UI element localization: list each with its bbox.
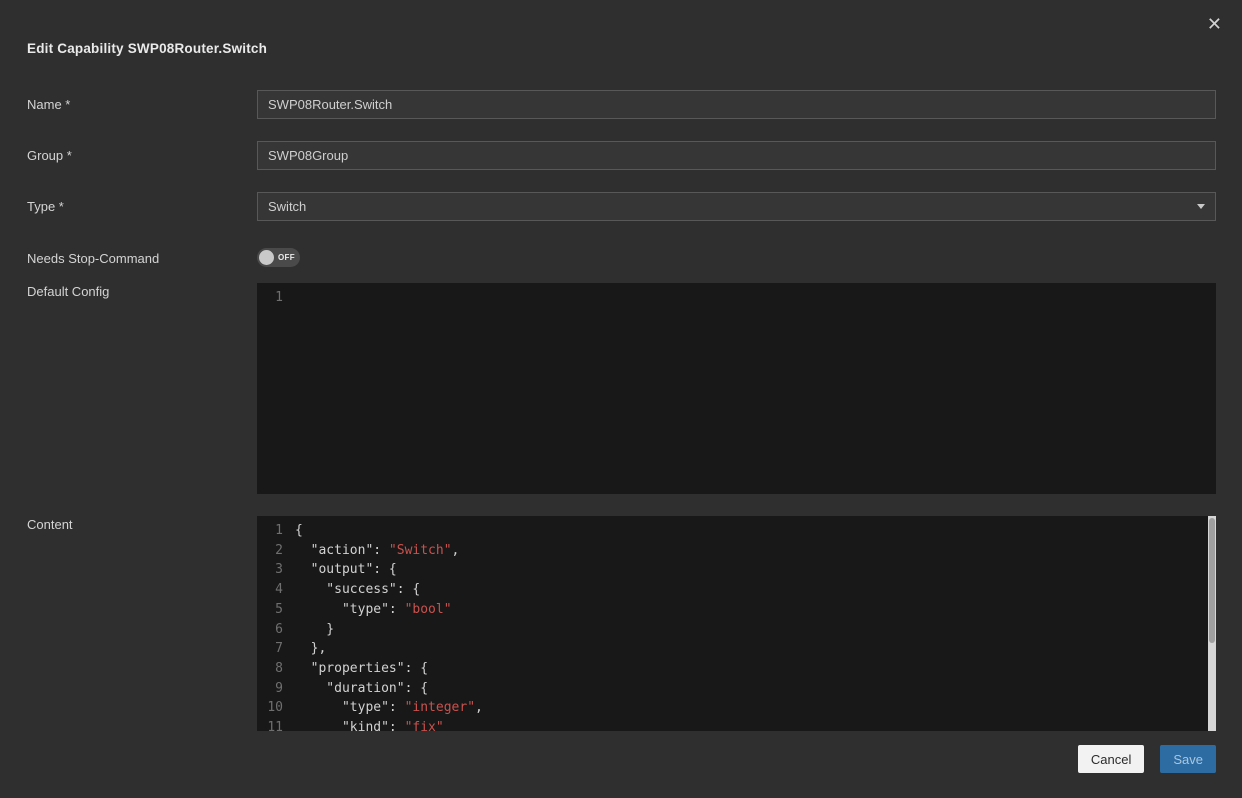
default-config-editor[interactable]: 1 [257,283,1216,494]
edit-capability-modal: ✕ Edit Capability SWP08Router.Switch Nam… [0,0,1242,798]
save-button[interactable]: Save [1160,745,1216,773]
toggle-state-label: OFF [278,253,295,262]
page-title: Edit Capability SWP08Router.Switch [27,41,267,56]
needs-stop-command-label: Needs Stop-Command [27,244,159,273]
close-icon[interactable]: ✕ [1203,11,1226,37]
type-label: Type * [27,192,64,221]
chevron-down-icon [1197,204,1205,209]
cancel-button[interactable]: Cancel [1078,745,1144,773]
name-input[interactable] [257,90,1216,119]
scrollbar-thumb[interactable] [1209,518,1215,643]
content-code-lines: 1{2 "action": "Switch",3 "output": {4 "s… [257,516,1216,731]
name-label: Name * [27,90,70,119]
content-label: Content [27,510,73,539]
type-select[interactable]: Switch [257,192,1216,221]
content-editor-scrollbar[interactable] [1208,516,1216,731]
dialog-footer: Cancel Save [1078,745,1216,773]
default-config-label: Default Config [27,277,109,306]
type-select-value: Switch [268,199,306,214]
toggle-knob-icon [259,250,274,265]
group-input[interactable] [257,141,1216,170]
group-label: Group * [27,141,72,170]
needs-stop-command-toggle[interactable]: OFF [257,248,300,267]
default-config-code-lines: 1 [257,283,1216,308]
content-editor[interactable]: 1{2 "action": "Switch",3 "output": {4 "s… [257,516,1216,731]
